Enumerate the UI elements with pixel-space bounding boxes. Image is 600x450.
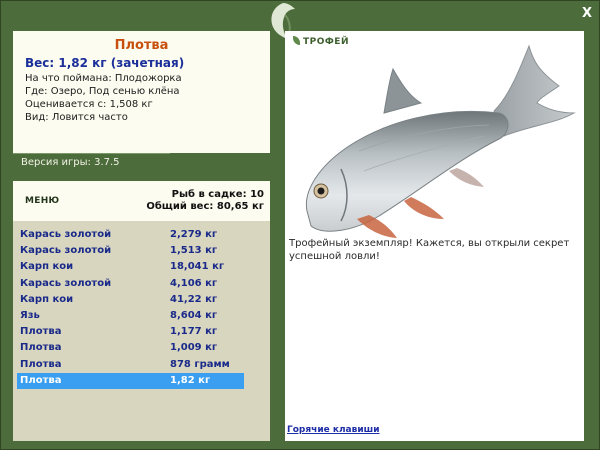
catch-row[interactable]: Плотва 878 грамм [17,357,244,373]
catch-weight: 8,604 кг [170,309,218,321]
fish-bait: На что поймана: Плодожорка [25,73,182,84]
catch-row[interactable]: Карась золотой 4,106 кг [17,276,244,292]
fish-info-panel: Плотва Вес: 1,82 кг (зачетная) На что по… [13,31,270,153]
catch-panel: МЕНЮ Рыб в садке: 10 Общий вес: 80,65 кг… [13,181,270,441]
catch-weight: 18,041 кг [170,261,225,273]
catch-weight: 1,009 кг [170,342,218,354]
catch-weight: 1,82 кг [170,374,211,386]
catch-name: Карп кои [20,293,74,305]
roach-fish-image [305,44,576,238]
game-window: X Плотва Вес: 1,82 кг (зачетная) На что … [0,0,600,450]
total-weight: Общий вес: 80,65 кг [146,201,264,212]
fish-value: Оценивается с: 1,508 кг [25,99,153,110]
catch-row[interactable]: Плотва 1,177 кг [17,324,244,340]
hotkeys-link[interactable]: Горячие клавиши [287,425,380,435]
catch-row[interactable]: Плотва 1,009 кг [17,340,244,356]
catch-weight: 4,106 кг [170,277,218,289]
catch-name: Плотва [20,358,62,370]
catch-row[interactable]: Язь 8,604 кг [17,308,244,324]
catch-row-selected[interactable]: Плотва 1,82 кг [17,372,244,389]
stats-area: МЕНЮ Рыб в садке: 10 Общий вес: 80,65 кг [13,181,270,221]
catch-row[interactable]: Карп кои 18,041 кг [17,259,244,275]
catch-row[interactable]: Карась золотой 2,279 кг [17,227,244,243]
catch-name: Плотва [20,342,62,354]
fish-location: Где: Озеро, Под сенью клёна [25,86,180,97]
catch-row[interactable]: Карп кои 41,22 кг [17,292,244,308]
catch-name: Карась золотой [20,229,112,240]
catch-name: Плотва [20,374,62,386]
menu-button[interactable]: МЕНЮ [25,196,59,206]
catch-weight: 41,22 кг [170,293,218,305]
fish-count: Рыб в садке: 10 [171,189,264,200]
close-button[interactable]: X [579,6,595,22]
fish-name: Плотва [114,38,169,53]
catch-name: Плотва [20,326,62,338]
fish-kind: Вид: Ловится часто [25,112,128,123]
trophy-text: Трофейный экземпляр! Кажется, вы открыли… [289,238,570,262]
trophy-panel: ТРОФЕЙ Трофейный экземпляр! Кажется, вы … [285,31,584,441]
catch-name: Язь [20,309,40,321]
version-bar: Версия игры: 3.7.5 [13,153,170,171]
catch-name: Карась золотой [20,245,112,257]
catch-name: Карп кои [20,261,74,273]
catch-weight: 2,279 кг [170,229,218,240]
fish-weight: Вес: 1,82 кг (зачетная) [25,56,185,70]
catch-weight: 1,177 кг [170,326,218,338]
catch-weight: 1,513 кг [170,245,218,257]
catch-weight: 878 грамм [170,358,230,370]
catch-name: Карась золотой [20,277,112,289]
catch-row[interactable]: Карась золотой 1,513 кг [17,243,244,259]
catch-list: Карась золотой 2,279 кг Карась золотой 1,5… [17,227,244,389]
